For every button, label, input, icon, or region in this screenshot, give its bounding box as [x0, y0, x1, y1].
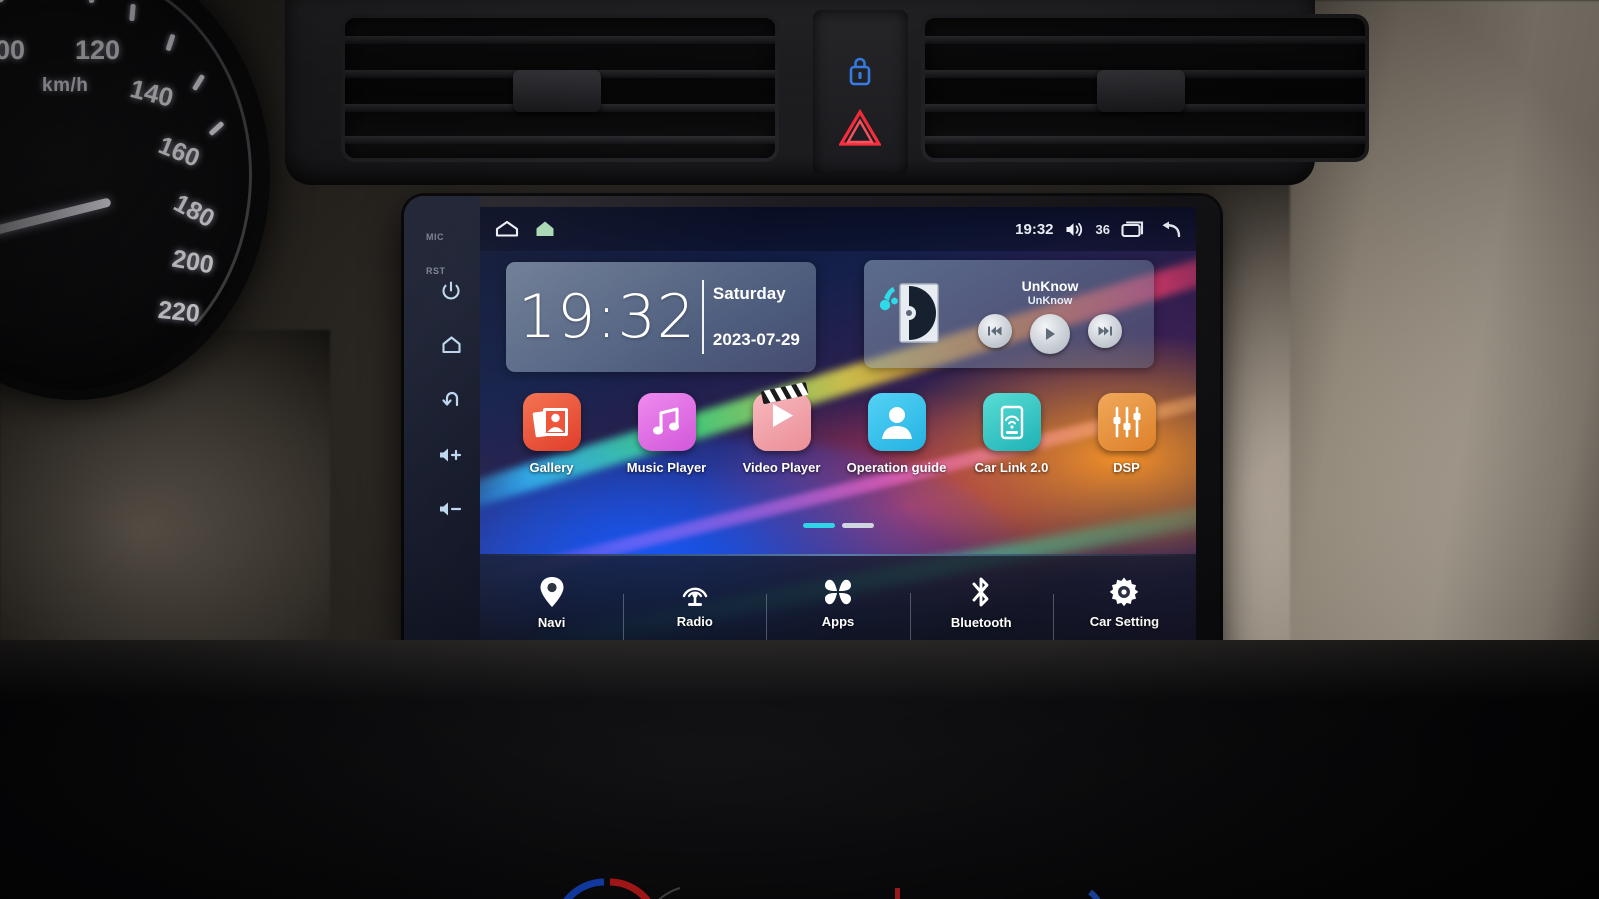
volume-icon[interactable]	[1065, 221, 1085, 238]
speed-tick-120: 120	[75, 35, 121, 65]
back-icon[interactable]	[1156, 220, 1182, 239]
volume-up-icon	[440, 448, 462, 462]
app-dsp[interactable]: DSP	[1075, 393, 1179, 475]
equalizer-icon	[1097, 393, 1156, 451]
app-car-link[interactable]: Car Link 2.0	[960, 393, 1064, 475]
dock-item-navi[interactable]: Navi	[480, 575, 623, 630]
mic-label: MIC	[426, 232, 444, 242]
app-label: Gallery	[529, 460, 574, 475]
app-label: Music Player	[626, 460, 707, 475]
reset-label: RST	[426, 266, 446, 276]
app-gallery[interactable]: Gallery	[500, 393, 604, 475]
central-lock-button[interactable]	[841, 48, 879, 94]
radio-antenna-icon	[682, 587, 707, 606]
back-arrow-icon	[441, 391, 458, 407]
app-operation-guide[interactable]: Operation guide	[845, 393, 949, 475]
status-bar: 19:32 36	[480, 207, 1196, 251]
app-label: DSP	[1113, 460, 1140, 475]
vent-knob-right[interactable]	[1097, 70, 1185, 112]
person-icon	[867, 393, 926, 451]
air-vent-left	[345, 18, 775, 158]
play-button[interactable]	[1030, 314, 1070, 355]
clock-widget[interactable]: 19:32 Saturday 2023-07-29	[506, 262, 816, 372]
clock-time: 19:32	[518, 282, 696, 352]
back-button[interactable]	[438, 386, 464, 412]
clock-divider	[701, 280, 704, 354]
speed-unit-label: km/h	[42, 75, 89, 96]
gallery-icon	[522, 393, 581, 451]
lower-console	[0, 640, 1599, 899]
clock-weekday: Saturday	[712, 284, 786, 303]
dock-label: Apps	[821, 613, 855, 629]
recents-icon[interactable]	[1121, 220, 1145, 239]
music-disc-icon	[874, 277, 946, 351]
speed-tick-220: 220	[156, 295, 202, 329]
app-label: Operation guide	[846, 460, 947, 475]
vent-knob-left[interactable]	[513, 70, 601, 112]
power-button[interactable]	[438, 278, 464, 304]
next-track-button[interactable]	[1088, 314, 1122, 349]
gear-icon	[1110, 577, 1139, 606]
home-icon	[441, 336, 461, 354]
app-label: Car Link 2.0	[974, 460, 1049, 475]
volume-up-button[interactable]	[438, 442, 464, 468]
page-indicator	[480, 523, 1196, 528]
home-filled-icon[interactable]	[534, 219, 556, 239]
dock-item-bluetooth[interactable]: Bluetooth	[909, 575, 1053, 645]
dock-label: Radio	[676, 613, 713, 629]
bottom-dock: Navi Radio Apps Bluetooth Car Setting	[480, 554, 1196, 650]
app-label: Video Player	[742, 460, 821, 475]
center-vent-panel	[285, 0, 1365, 185]
page-dot[interactable]	[841, 523, 874, 528]
dock-label: Navi	[537, 614, 566, 630]
phone-cast-icon	[982, 393, 1041, 451]
clock-date: 2023-07-29	[712, 330, 800, 349]
dock-label: Car Setting	[1089, 613, 1160, 629]
air-vent-right	[925, 18, 1365, 158]
volume-down-icon	[440, 502, 462, 516]
hazard-button[interactable]	[836, 103, 884, 153]
app-grid: Gallery Music Player Video Player Operat…	[494, 382, 1184, 475]
volume-level: 36	[1095, 221, 1110, 237]
lock-icon	[849, 57, 871, 86]
speed-tick-100: 100	[0, 35, 26, 65]
dock-item-radio[interactable]: Radio	[623, 576, 766, 646]
app-video-player[interactable]: Video Player	[730, 382, 834, 475]
bluetooth-icon	[972, 577, 989, 606]
dock-item-apps[interactable]: Apps	[766, 576, 909, 646]
car-interior-scene: km/h 80 100 120 140 160 180 200 220 (!)	[0, 0, 1599, 899]
head-unit-bezel: MIC RST	[404, 196, 480, 666]
power-icon	[442, 281, 460, 300]
home-outline-icon[interactable]	[494, 219, 520, 239]
hazard-triangle-icon	[839, 109, 881, 146]
music-title: UnKnow	[1021, 277, 1079, 294]
status-time: 19:32	[1015, 220, 1054, 238]
dock-item-car-setting[interactable]: Car Setting	[1052, 576, 1196, 646]
apps-grid-icon	[825, 579, 851, 604]
video-play-icon	[752, 382, 811, 451]
app-music-player[interactable]: Music Player	[615, 393, 719, 475]
music-widget[interactable]: UnKnow UnKnow	[864, 260, 1154, 368]
home-button[interactable]	[438, 332, 464, 358]
previous-track-button[interactable]	[978, 314, 1012, 349]
head-unit-screen[interactable]: 19:32 36 19:32 Saturday 2023-07-29 UnKno…	[480, 207, 1196, 650]
gauge-ring	[0, 0, 252, 382]
dock-label: Bluetooth	[950, 614, 1012, 630]
map-pin-icon	[540, 576, 564, 607]
volume-down-button[interactable]	[438, 496, 464, 522]
page-dot-active[interactable]	[802, 523, 835, 528]
music-artist: UnKnow	[1027, 295, 1073, 308]
music-note-icon	[637, 393, 696, 451]
